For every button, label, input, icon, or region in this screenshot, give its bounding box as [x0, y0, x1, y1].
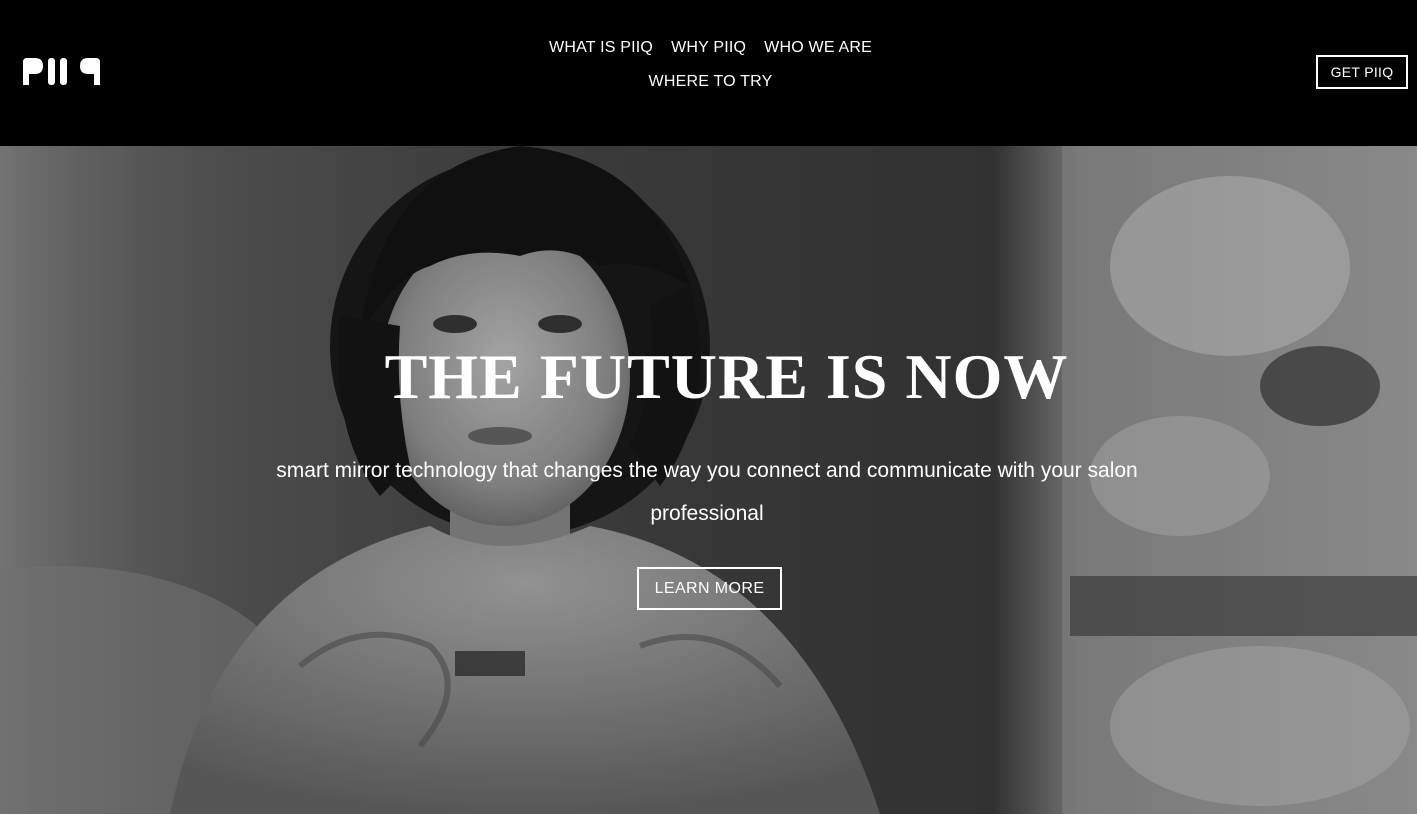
learn-more-button[interactable]: LEARN MORE: [637, 567, 782, 610]
get-piiq-button[interactable]: GET PIIQ: [1316, 55, 1408, 89]
nav-who-we-are[interactable]: WHO WE ARE: [755, 38, 881, 58]
nav-where-to-try[interactable]: WHERE TO TRY: [640, 72, 782, 92]
hero-subtitle: smart mirror technology that changes the…: [276, 459, 1138, 525]
main-nav: WHAT IS PIIQ WHY PIIQ WHO WE ARE WHERE T…: [508, 38, 913, 92]
nav-why-piiq[interactable]: WHY PIIQ: [662, 38, 755, 58]
piiq-logo[interactable]: [23, 58, 100, 85]
nav-what-is-piiq[interactable]: WHAT IS PIIQ: [540, 38, 662, 58]
hero-title: THE FUTURE IS NOW: [384, 341, 1069, 412]
hero-section: THE FUTURE IS NOW smart mirror technolog…: [0, 146, 1417, 814]
site-header: WHAT IS PIIQ WHY PIIQ WHO WE ARE WHERE T…: [0, 0, 1417, 146]
